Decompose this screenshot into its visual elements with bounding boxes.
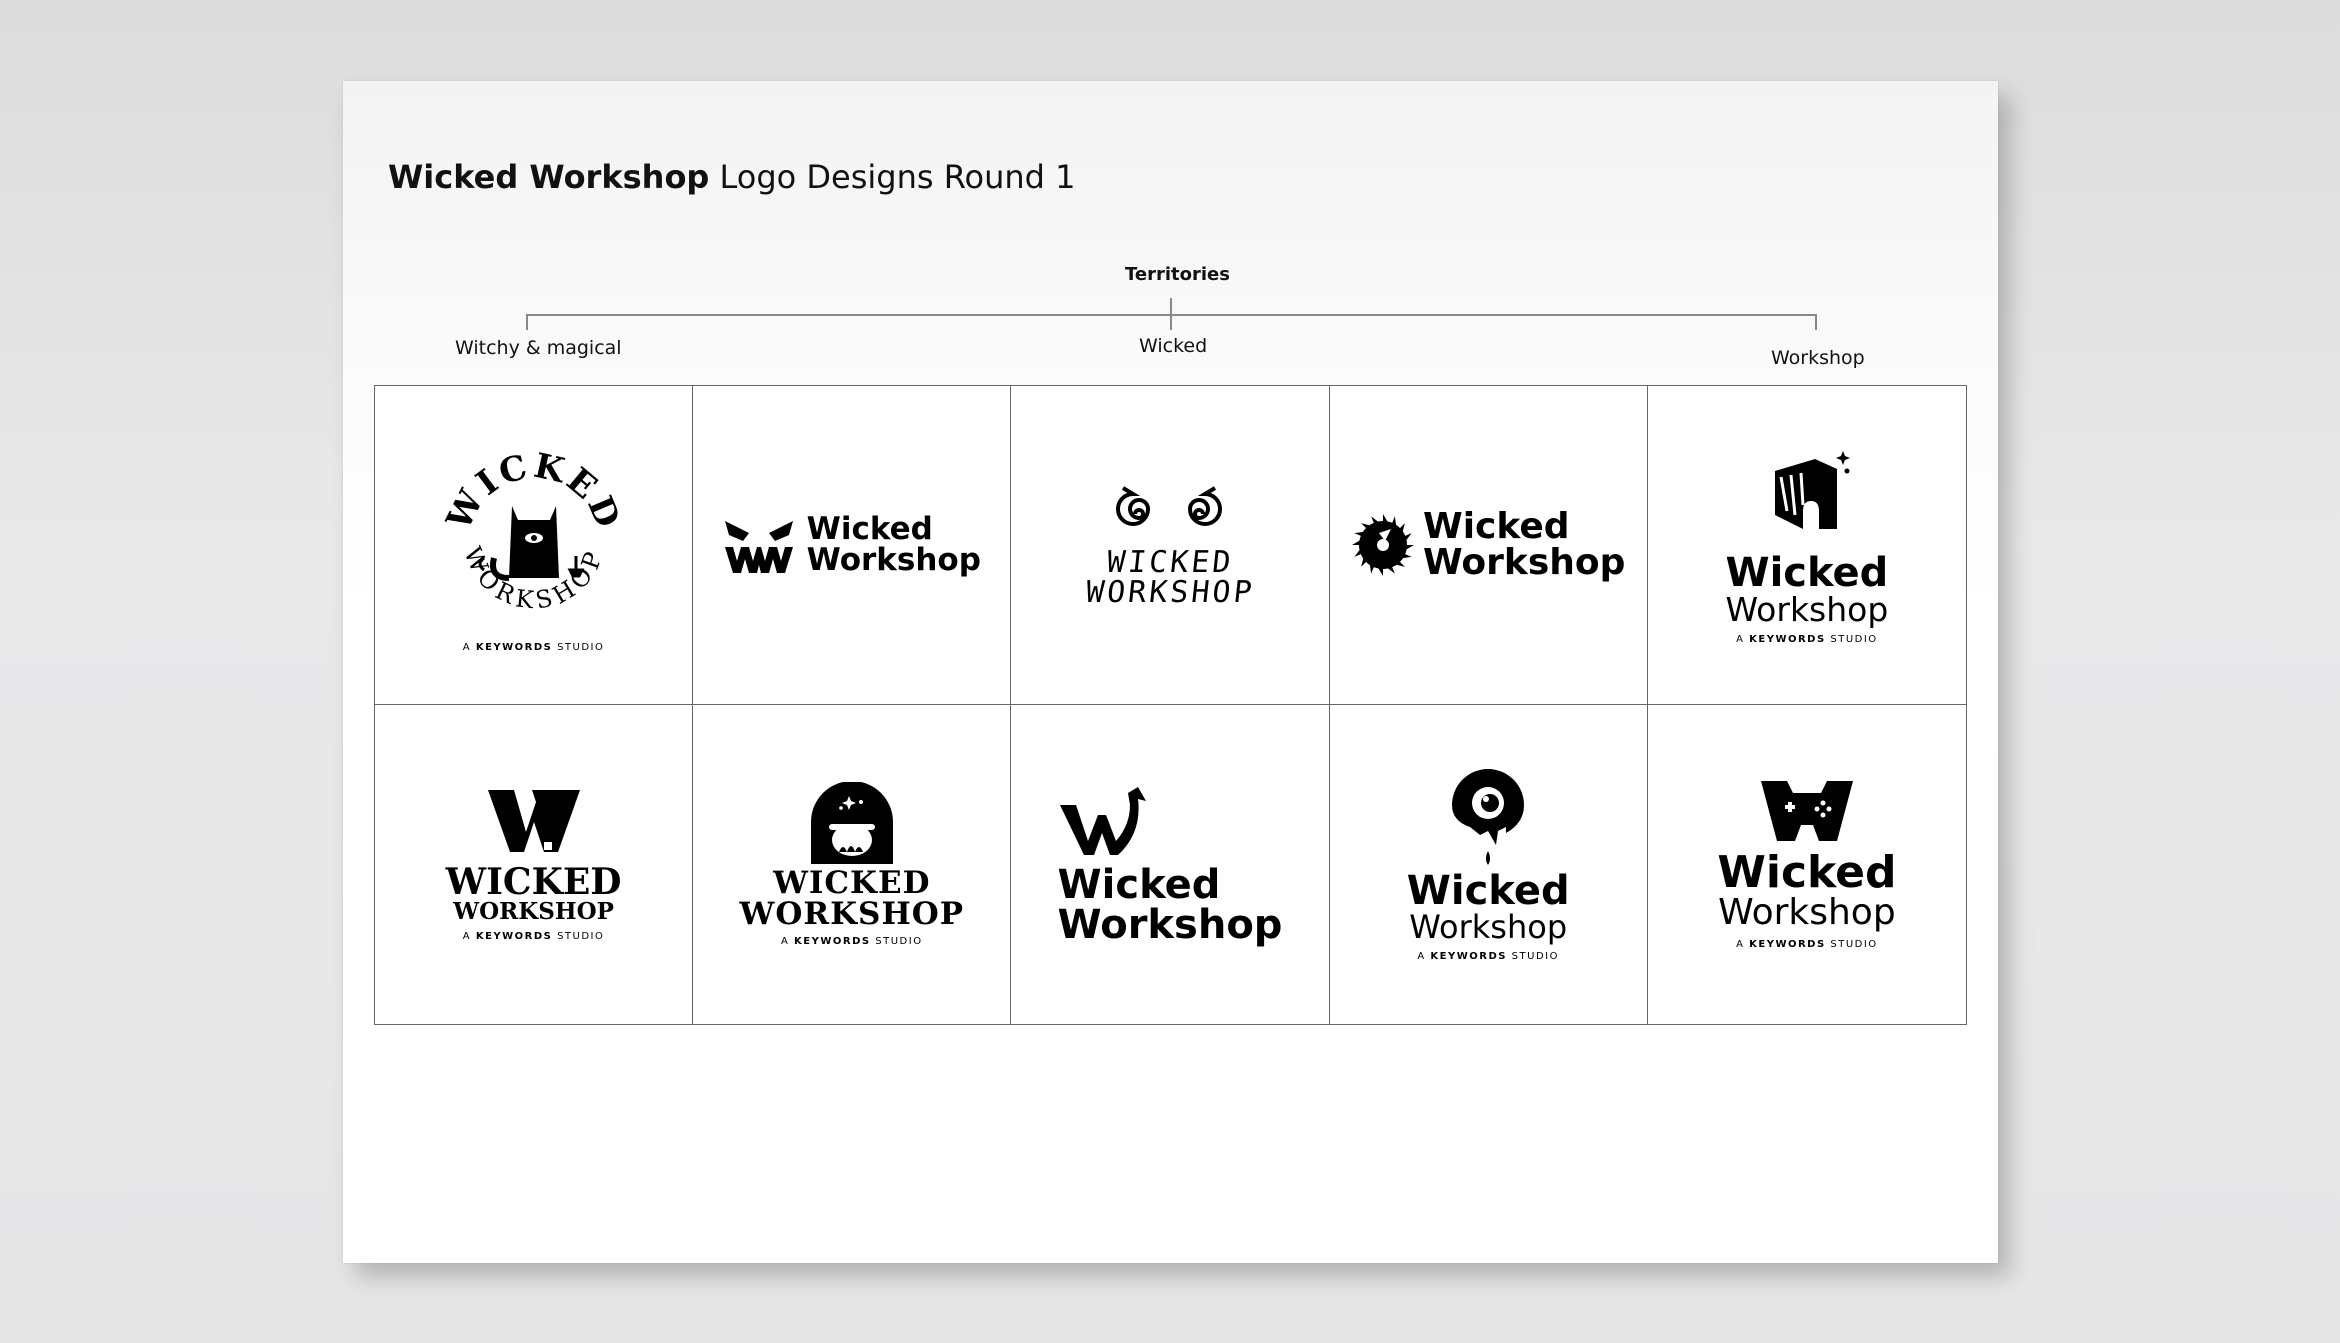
logo-cell-3[interactable]: WICKED WORKSHOP xyxy=(1011,386,1330,705)
logo-grid: WICKED WORKSHOP A KEYWORDS STUDIO Wicked… xyxy=(374,385,1967,1025)
sparkle-box-icon xyxy=(1774,451,1850,529)
gamepad-w-icon xyxy=(1760,781,1853,841)
logo-gamepad-w: Wicked Workshop A KEYWORDS STUDIO xyxy=(1717,779,1896,950)
w-letter-icon xyxy=(487,789,580,852)
saw-blade-icon xyxy=(1351,514,1414,576)
rune-line-1: WICKED xyxy=(1105,545,1236,580)
bracket-left-tick xyxy=(526,314,528,330)
bracket-stem xyxy=(1170,298,1172,315)
logo-cauldron: WICKED WORKSHOP A KEYWORDS STUDIO xyxy=(740,782,965,947)
wordmark-9-line1: Wicked xyxy=(1406,868,1570,914)
cauldron-arch-icon xyxy=(810,782,893,864)
title-rest: Logo Designs Round 1 xyxy=(709,158,1076,196)
wordmark-8-line2: Workshop xyxy=(1057,901,1283,948)
logo-cat-circle: WICKED WORKSHOP A KEYWORDS STUDIO xyxy=(434,438,634,653)
territory-label-workshop: Workshop xyxy=(1771,347,1865,369)
logo-cell-1[interactable]: WICKED WORKSHOP A KEYWORDS STUDIO xyxy=(375,386,694,705)
spiral-eyes-icon xyxy=(1116,486,1222,526)
logo-sub-10: A KEYWORDS STUDIO xyxy=(1736,939,1878,950)
rune-line-2: WORKSHOP xyxy=(1083,575,1257,610)
logo-cell-10[interactable]: Wicked Workshop A KEYWORDS STUDIO xyxy=(1647,705,1966,1024)
cat-emblem-icon: WICKED WORKSHOP xyxy=(438,445,625,614)
wordmark-10-line2: Workshop xyxy=(1718,892,1896,933)
logo-cell-2[interactable]: Wicked Workshop xyxy=(693,386,1012,705)
logo-spiral-eyes: WICKED WORKSHOP xyxy=(1083,482,1257,610)
wordmark-8-line1: Wicked xyxy=(1057,861,1221,908)
logo-cell-7[interactable]: WICKED WORKSHOP A KEYWORDS STUDIO xyxy=(693,705,1012,1024)
logo-saw-blade: Wicked Workshop xyxy=(1351,509,1625,581)
title-bold: Wicked Workshop xyxy=(388,158,710,196)
logo-w-serif: WICKED WORKSHOP A KEYWORDS STUDIO xyxy=(446,788,622,942)
logo-devil-w: Wicked Workshop xyxy=(1057,785,1283,948)
logo-wordmark-2: Wicked Workshop xyxy=(806,511,981,578)
logo-sub-6: A KEYWORDS STUDIO xyxy=(462,930,605,942)
wordmark-9-line2: Workshop xyxy=(1409,908,1568,946)
logo-cell-6[interactable]: WICKED WORKSHOP A KEYWORDS STUDIO xyxy=(375,705,694,1024)
logo-sub-9: A KEYWORDS STUDIO xyxy=(1417,951,1559,962)
logo-cell-8[interactable]: Wicked Workshop xyxy=(1011,705,1330,1024)
logo-wordmark-4: Wicked Workshop xyxy=(1422,506,1626,583)
logo-sub-5: A KEYWORDS STUDIO xyxy=(1736,634,1878,645)
wordmark-6-line2: WORKSHOP xyxy=(453,897,614,925)
presentation-sheet: Wicked Workshop Logo Designs Round 1 Ter… xyxy=(343,81,1998,1263)
bracket-mid-tick xyxy=(1170,314,1172,330)
angry-eyes-icon xyxy=(724,521,793,573)
wordmark-5-line1: Wicked xyxy=(1725,550,1889,596)
territory-label-wicked: Wicked xyxy=(1139,335,1208,357)
wordmark-10-line1: Wicked xyxy=(1717,847,1897,898)
logo-cell-4[interactable]: Wicked Workshop xyxy=(1329,386,1648,705)
wordmark-7-line2: WORKSHOP xyxy=(739,896,965,932)
logo-cell-9[interactable]: Wicked Workshop A KEYWORDS STUDIO xyxy=(1329,705,1648,1024)
logo-cell-5[interactable]: Wicked Workshop A KEYWORDS STUDIO xyxy=(1647,386,1966,705)
wordmark-7-line1: WICKED xyxy=(773,865,931,901)
wordmark-6-line1: WICKED xyxy=(445,860,622,903)
dripping-eyeball-icon xyxy=(1452,769,1525,865)
logo-sparkle-box: Wicked Workshop A KEYWORDS STUDIO xyxy=(1725,445,1888,645)
logo-sub-1: A KEYWORDS STUDIO xyxy=(462,641,605,653)
bracket-right-tick xyxy=(1815,314,1817,330)
territories-heading: Territories xyxy=(1125,264,1230,285)
logo-angry-eyes: Wicked Workshop xyxy=(723,514,981,576)
devil-tail-w-icon xyxy=(1059,786,1146,855)
logo-sub-7: A KEYWORDS STUDIO xyxy=(781,936,923,947)
territory-label-witchy: Witchy & magical xyxy=(455,337,622,359)
wordmark-5-line2: Workshop xyxy=(1725,590,1889,629)
page-title: Wicked Workshop Logo Designs Round 1 xyxy=(388,158,1076,196)
logo-eyeball: Wicked Workshop A KEYWORDS STUDIO xyxy=(1407,767,1570,962)
